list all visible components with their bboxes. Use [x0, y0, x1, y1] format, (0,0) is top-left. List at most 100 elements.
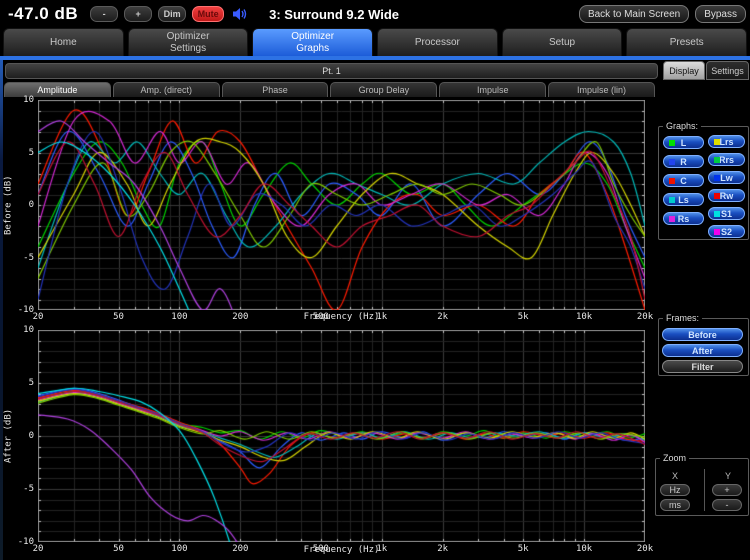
channel-button-s1[interactable]: S1: [708, 207, 745, 220]
graph-tab-impulse[interactable]: Impulse: [439, 82, 546, 97]
nav-tab-setup[interactable]: Setup: [502, 28, 623, 56]
y-tick-label: 5: [8, 378, 34, 388]
active-tab-underline: [0, 56, 750, 60]
back-to-main-screen-button[interactable]: Back to Main Screen: [579, 5, 689, 23]
y-tick-label: -5: [8, 484, 34, 494]
app-window: -47.0 dB - + Dim Mute 3: Surround 9.2 Wi…: [0, 0, 750, 560]
preset-title: 3: Surround 9.2 Wide: [269, 7, 399, 22]
channel-button-rw[interactable]: Rw: [708, 189, 745, 202]
dim-button[interactable]: Dim: [158, 6, 186, 22]
channel-button-ls[interactable]: Ls: [663, 193, 704, 206]
measurement-point-bar[interactable]: Pt. 1: [5, 63, 658, 79]
graph-tab-impulse-lin-[interactable]: Impulse (lin): [548, 82, 655, 97]
zoom-panel-label: Zoom: [660, 453, 689, 463]
channel-label: R: [680, 157, 687, 167]
frame-button-before[interactable]: Before: [662, 328, 743, 341]
channel-button-c[interactable]: C: [663, 174, 704, 187]
channel-swatch-lw: [714, 175, 720, 181]
x-tick-label: 10k: [564, 312, 604, 322]
y-tick-label: 0: [8, 431, 34, 441]
graph-tab-group-delay[interactable]: Group Delay: [330, 82, 437, 97]
channel-button-rrs[interactable]: Rrs: [708, 153, 745, 166]
channel-label: Rrs: [719, 155, 734, 165]
main-nav-tabs: HomeOptimizer SettingsOptimizer GraphsPr…: [0, 28, 750, 56]
frames-panel-label: Frames:: [663, 313, 702, 323]
x-tick-label: 500: [301, 544, 341, 554]
y-tick-label: 0: [8, 200, 34, 210]
channel-button-l[interactable]: L: [663, 136, 704, 149]
y-tick-label: 10: [8, 95, 34, 105]
y-tick-label: 5: [8, 148, 34, 158]
frame-button-after[interactable]: After: [662, 344, 743, 357]
x-tick-label: 2k: [423, 544, 463, 554]
y-tick-label: 10: [8, 325, 34, 335]
channel-swatch-rrs: [714, 157, 720, 163]
channel-label: Ls: [678, 195, 689, 205]
zoom-divider: [704, 469, 705, 511]
graph-tab-amp-direct-[interactable]: Amp. (direct): [113, 82, 220, 97]
channel-swatch-lrs: [714, 139, 720, 145]
y-tick-label: -10: [8, 305, 34, 315]
volume-minus-button[interactable]: -: [90, 6, 118, 22]
x-tick-label: 1k: [362, 544, 402, 554]
x-tick-label: 200: [220, 544, 260, 554]
x-tick-label: 5k: [503, 312, 543, 322]
zoom-y-minus-button[interactable]: -: [712, 499, 742, 511]
nav-tab-optimizer-settings[interactable]: Optimizer Settings: [128, 28, 249, 56]
channel-swatch-rs: [669, 216, 675, 222]
channel-button-r[interactable]: R: [663, 155, 704, 168]
y-tick-label: -10: [8, 537, 34, 547]
x-tick-label: 5k: [503, 544, 543, 554]
channel-swatch-ls: [669, 197, 675, 203]
x-tick-label: 50: [99, 312, 139, 322]
graphs-panel: Graphs: LRCLsRs LrsRrsLwRwS1S2: [658, 126, 749, 240]
x-tick-label: 20k: [625, 544, 665, 554]
channel-swatch-c: [669, 178, 675, 184]
x-tick-label: 50: [99, 544, 139, 554]
channel-swatch-rw: [714, 193, 720, 199]
zoom-x-label: X: [672, 471, 678, 481]
speaker-icon[interactable]: [232, 7, 249, 21]
volume-display: -47.0 dB: [8, 4, 78, 24]
x-tick-label: 500: [301, 312, 341, 322]
channel-button-rs[interactable]: Rs: [663, 212, 704, 225]
channel-label: S2: [721, 227, 732, 237]
channel-button-lw[interactable]: Lw: [708, 171, 745, 184]
zoom-ms-button[interactable]: ms: [660, 499, 690, 511]
tab-display[interactable]: Display: [663, 61, 705, 80]
nav-tab-home[interactable]: Home: [3, 28, 124, 56]
graph-tab-phase[interactable]: Phase: [222, 82, 329, 97]
channel-button-s2[interactable]: S2: [708, 225, 745, 238]
zoom-y-plus-button[interactable]: +: [712, 484, 742, 496]
channel-swatch-s2: [714, 229, 720, 235]
channel-label: C: [680, 176, 687, 186]
channel-label: S1: [721, 209, 732, 219]
after-graph-canvas[interactable]: [38, 330, 645, 542]
channel-swatch-r: [669, 159, 675, 165]
before-graph-canvas[interactable]: [38, 100, 645, 310]
graph-type-tabs: AmplitudeAmp. (direct)PhaseGroup DelayIm…: [4, 82, 655, 97]
zoom-y-label: Y: [725, 471, 731, 481]
bypass-button[interactable]: Bypass: [695, 5, 746, 23]
mute-button[interactable]: Mute: [192, 6, 224, 22]
nav-tab-presets[interactable]: Presets: [626, 28, 747, 56]
channel-label: Lrs: [719, 137, 733, 147]
channel-label: Rs: [678, 214, 690, 224]
nav-tab-processor[interactable]: Processor: [377, 28, 498, 56]
channel-swatch-s1: [714, 211, 720, 217]
channel-label: Lw: [720, 173, 733, 183]
nav-tab-optimizer-graphs[interactable]: Optimizer Graphs: [252, 28, 373, 56]
volume-plus-button[interactable]: +: [124, 6, 152, 22]
x-tick-label: 100: [159, 312, 199, 322]
channel-label: Rw: [720, 191, 734, 201]
x-tick-label: 10k: [564, 544, 604, 554]
top-bar: -47.0 dB - + Dim Mute 3: Surround 9.2 Wi…: [0, 0, 750, 28]
zoom-hz-button[interactable]: Hz: [660, 484, 690, 496]
channel-swatch-l: [669, 140, 675, 146]
frames-panel: Frames: BeforeAfterFilter: [658, 318, 749, 376]
tab-settings[interactable]: Settings: [706, 61, 749, 80]
frame-button-filter[interactable]: Filter: [662, 360, 743, 373]
channel-button-lrs[interactable]: Lrs: [708, 135, 745, 148]
x-tick-label: 1k: [362, 312, 402, 322]
zoom-panel: Zoom X Y Hz ms + -: [655, 458, 749, 516]
